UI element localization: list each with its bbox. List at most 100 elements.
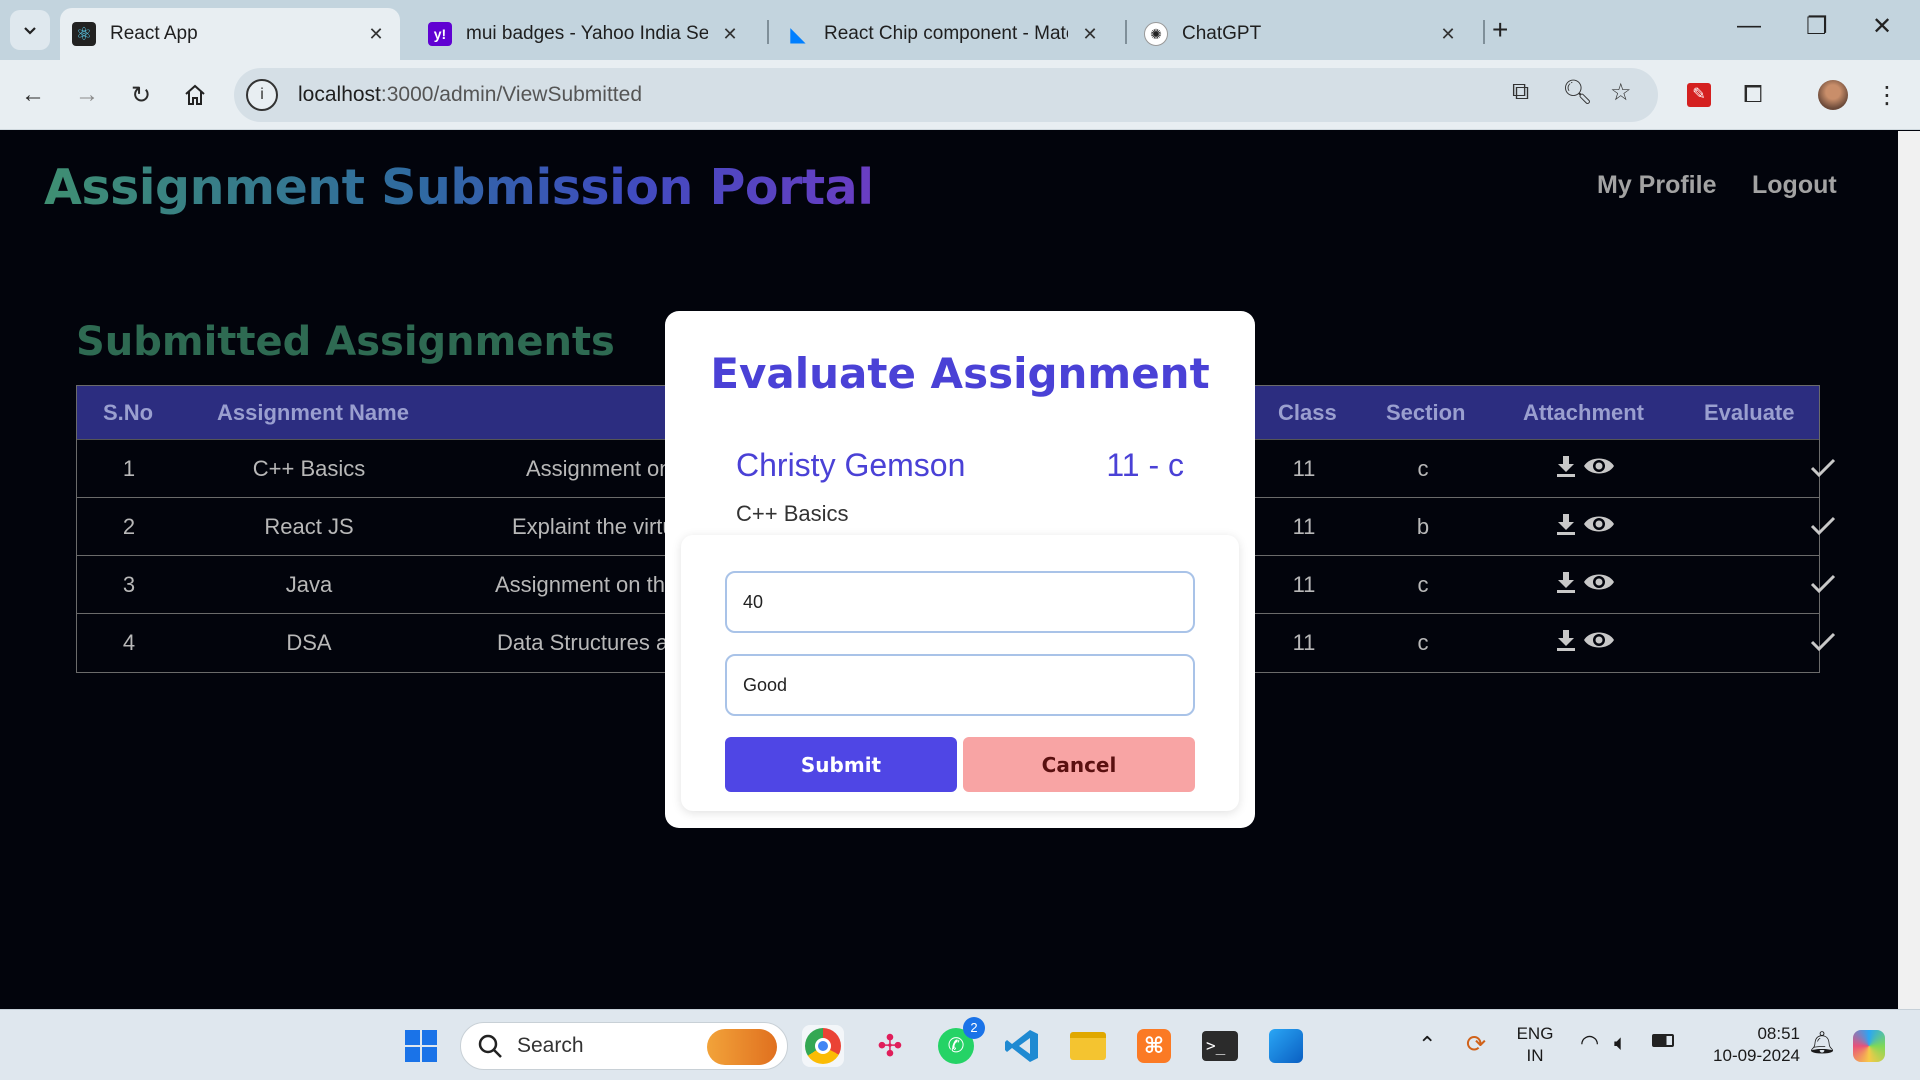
terminal-taskbar-icon[interactable]: >_ bbox=[1199, 1025, 1241, 1067]
close-icon[interactable]: ✕ bbox=[718, 22, 742, 46]
header-evaluate: Evaluate bbox=[1704, 400, 1795, 425]
browser-tab-bar: ⚛ React App ✕ y! mui badges - Yahoo Indi… bbox=[0, 0, 1920, 60]
new-tab-button[interactable]: + bbox=[1492, 14, 1508, 46]
show-hidden-icons[interactable]: ⌃ bbox=[1418, 1032, 1436, 1058]
page-scrollbar[interactable] bbox=[1898, 131, 1920, 1009]
wifi-icon[interactable]: ◠ bbox=[1580, 1030, 1599, 1056]
view-eye-icon[interactable] bbox=[1583, 455, 1615, 477]
view-eye-icon[interactable] bbox=[1583, 513, 1615, 535]
cell-description: Data Structures ar bbox=[497, 630, 676, 655]
taskbar-search[interactable]: Search bbox=[460, 1022, 788, 1070]
mui-icon: ◣ bbox=[790, 23, 806, 46]
restore-button[interactable]: ❐ bbox=[1806, 12, 1828, 41]
url-path: :3000/admin/ViewSubmitted bbox=[380, 83, 642, 106]
evaluate-check-icon[interactable] bbox=[1809, 572, 1837, 596]
tab-react-app[interactable]: ⚛ React App ✕ bbox=[60, 8, 400, 60]
my-profile-link[interactable]: My Profile bbox=[1597, 171, 1716, 200]
bookmark-star-icon[interactable]: ☆ bbox=[1610, 78, 1632, 107]
extension-red-icon[interactable]: ✎ bbox=[1682, 78, 1716, 112]
install-app-icon[interactable]: ⧉ bbox=[1512, 78, 1529, 106]
attachment-actions bbox=[1555, 454, 1615, 478]
site-info-icon[interactable]: i bbox=[246, 79, 278, 111]
profile-avatar[interactable] bbox=[1816, 78, 1850, 112]
cell-class: 11 bbox=[1292, 630, 1316, 655]
chrome-taskbar-icon[interactable] bbox=[802, 1025, 844, 1067]
start-button[interactable] bbox=[400, 1025, 442, 1067]
cell-assignment-name: C++ Basics bbox=[252, 456, 366, 481]
close-icon[interactable]: ✕ bbox=[1078, 22, 1102, 46]
cell-section: c bbox=[1417, 456, 1429, 481]
cell-sno: 2 bbox=[122, 514, 136, 539]
download-icon[interactable] bbox=[1555, 628, 1577, 652]
attachment-actions bbox=[1555, 512, 1615, 536]
download-icon[interactable] bbox=[1555, 570, 1577, 594]
cell-class: 11 bbox=[1292, 572, 1316, 597]
volume-icon[interactable]: 🔈︎ bbox=[1614, 1030, 1627, 1056]
zoom-icon[interactable]: 🔍︎ bbox=[1562, 78, 1592, 107]
address-bar[interactable]: i localhost:3000/admin/ViewSubmitted ⧉ 🔍… bbox=[234, 68, 1658, 122]
minimize-button[interactable]: — bbox=[1737, 12, 1761, 40]
evaluate-check-icon[interactable] bbox=[1809, 630, 1837, 654]
url-text: localhost:3000/admin/ViewSubmitted bbox=[298, 83, 642, 107]
tab-yahoo[interactable]: y! mui badges - Yahoo India Searc ✕ bbox=[416, 8, 754, 60]
search-highlight-icon bbox=[707, 1029, 777, 1065]
logout-link[interactable]: Logout bbox=[1752, 171, 1837, 200]
copilot-taskbar-icon[interactable] bbox=[1848, 1025, 1890, 1067]
marks-input[interactable] bbox=[725, 571, 1195, 633]
url-host: localhost bbox=[298, 83, 381, 106]
whatsapp-taskbar-icon[interactable]: ✆ 2 bbox=[935, 1017, 985, 1067]
cancel-button[interactable]: Cancel bbox=[963, 737, 1195, 792]
tab-mui-chip[interactable]: ◣ React Chip component - Materi ✕ bbox=[774, 8, 1114, 60]
cell-sno: 4 bbox=[122, 630, 136, 655]
tab-separator bbox=[1483, 20, 1485, 44]
photos-taskbar-icon[interactable] bbox=[1265, 1025, 1307, 1067]
notification-bell-icon[interactable]: 🔔︎ bbox=[1808, 1030, 1836, 1056]
clock[interactable]: 08:51 10-09-2024 bbox=[1696, 1023, 1800, 1067]
extensions-puzzle-icon[interactable]: ⧠ bbox=[1736, 78, 1770, 112]
xampp-taskbar-icon[interactable]: ⌘ bbox=[1133, 1025, 1175, 1067]
close-icon[interactable]: ✕ bbox=[1436, 22, 1460, 46]
cell-sno: 1 bbox=[122, 456, 136, 481]
language-line2: IN bbox=[1526, 1046, 1544, 1065]
sync-icon[interactable]: ⟳ bbox=[1466, 1030, 1486, 1059]
download-icon[interactable] bbox=[1555, 512, 1577, 536]
battery-icon[interactable] bbox=[1652, 1032, 1674, 1052]
modal-title: Evaluate Assignment bbox=[710, 349, 1210, 398]
tab-chatgpt[interactable]: ✺ ChatGPT ✕ bbox=[1132, 8, 1472, 60]
submit-button[interactable]: Submit bbox=[725, 737, 957, 792]
search-label: Search bbox=[517, 1034, 584, 1057]
browser-menu-icon[interactable]: ⋮ bbox=[1870, 78, 1904, 112]
cell-section: c bbox=[1417, 572, 1429, 597]
home-icon bbox=[185, 84, 205, 105]
chatgpt-icon: ✺ bbox=[1144, 22, 1168, 46]
tab-separator bbox=[1125, 20, 1127, 44]
header-class: Class bbox=[1278, 400, 1337, 425]
view-eye-icon[interactable] bbox=[1583, 629, 1615, 651]
cell-sno: 3 bbox=[122, 572, 136, 597]
clock-time: 08:51 bbox=[1757, 1024, 1800, 1043]
evaluate-check-icon[interactable] bbox=[1809, 514, 1837, 538]
tab-separator bbox=[767, 20, 769, 44]
home-button[interactable] bbox=[178, 78, 212, 112]
evaluate-check-icon[interactable] bbox=[1809, 456, 1837, 480]
app-logo[interactable]: Assignment Submission Portal bbox=[44, 159, 874, 216]
feedback-input[interactable] bbox=[725, 654, 1195, 716]
header-section: Section bbox=[1386, 400, 1466, 425]
yahoo-icon: y! bbox=[428, 22, 452, 46]
reload-button[interactable]: ↻ bbox=[124, 78, 158, 112]
cell-class: 11 bbox=[1292, 456, 1316, 481]
view-eye-icon[interactable] bbox=[1583, 571, 1615, 593]
close-icon[interactable]: ✕ bbox=[364, 22, 388, 46]
vscode-taskbar-icon[interactable] bbox=[1001, 1025, 1043, 1067]
slack-taskbar-icon[interactable]: ✣ bbox=[869, 1025, 911, 1067]
cell-section: b bbox=[1416, 514, 1430, 539]
tab-search-button[interactable] bbox=[10, 10, 50, 50]
forward-button[interactable]: → bbox=[70, 78, 104, 112]
cell-description: Explaint the virtu bbox=[512, 514, 675, 539]
cell-description: Assignment on the bbox=[495, 572, 678, 597]
language-indicator[interactable]: ENG IN bbox=[1515, 1023, 1555, 1067]
close-window-button[interactable]: ✕ bbox=[1872, 12, 1892, 41]
back-button[interactable]: ← bbox=[16, 78, 50, 112]
download-icon[interactable] bbox=[1555, 454, 1577, 478]
file-explorer-taskbar-icon[interactable] bbox=[1067, 1025, 1109, 1067]
